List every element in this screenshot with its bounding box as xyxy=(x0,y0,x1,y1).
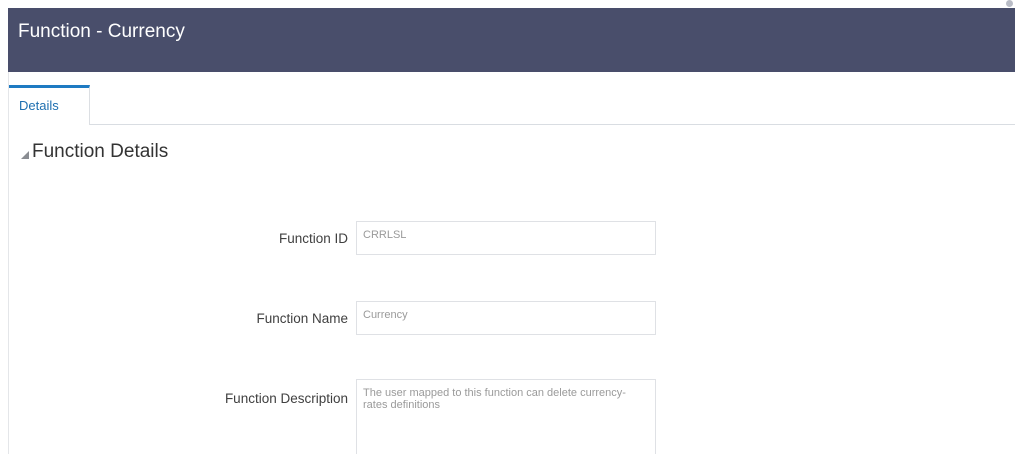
collapse-triangle-icon[interactable] xyxy=(21,151,29,159)
tab-details-label: Details xyxy=(19,98,59,113)
function-description-field[interactable]: The user mapped to this function can del… xyxy=(356,379,656,454)
function-description-value: The user mapped to this function can del… xyxy=(363,387,626,411)
function-currency-page: Function - Currency Details Function Det… xyxy=(0,0,1015,454)
page-header: Function - Currency xyxy=(8,8,1015,72)
section-title: Function Details xyxy=(32,141,169,162)
function-name-label: Function Name xyxy=(256,311,348,326)
function-description-label: Function Description xyxy=(224,391,348,406)
page-title: Function - Currency xyxy=(18,21,185,42)
left-edge xyxy=(0,0,8,454)
function-id-field[interactable]: CRRLSL xyxy=(356,221,656,255)
function-id-value: CRRLSL xyxy=(363,229,407,241)
function-name-value: Currency xyxy=(363,309,408,321)
close-dot-icon[interactable] xyxy=(1006,0,1013,7)
tab-details[interactable]: Details xyxy=(9,85,90,125)
tab-bar: Details xyxy=(9,85,1015,125)
function-name-field[interactable]: Currency xyxy=(356,301,656,335)
main-content: Details Function Details Function ID CRR… xyxy=(8,72,1015,454)
function-id-label: Function ID xyxy=(278,231,348,246)
